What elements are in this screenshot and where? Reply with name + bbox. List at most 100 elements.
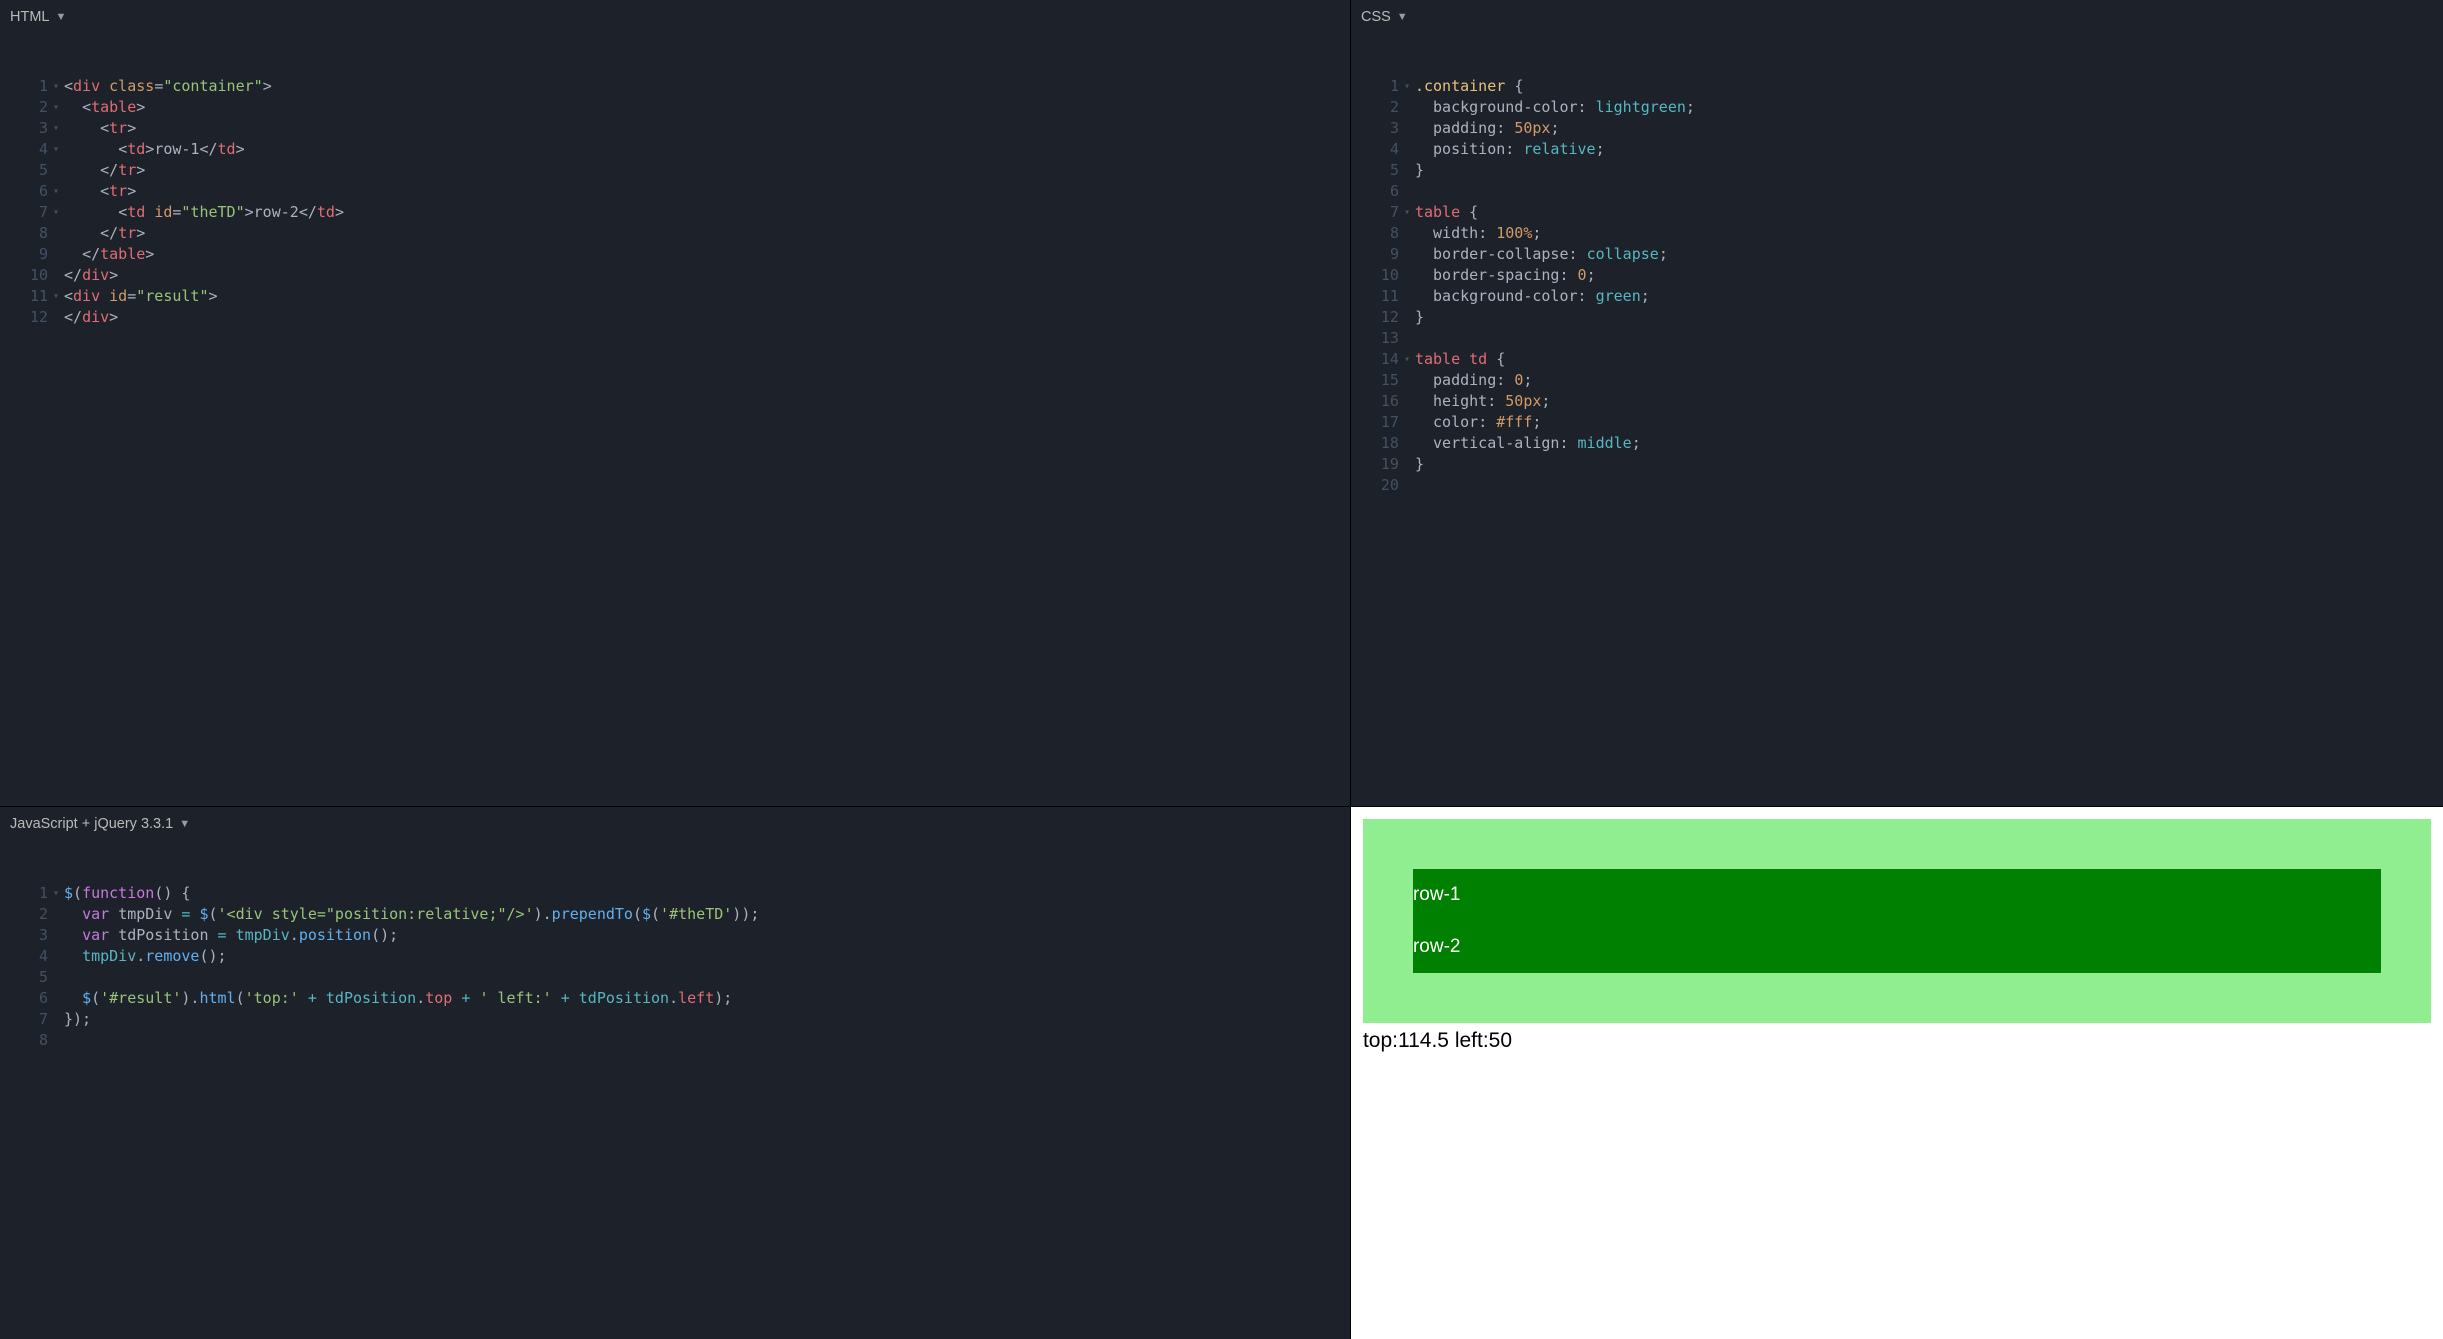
code-text[interactable]: <td id="theTD">row-2</td> (64, 202, 344, 223)
html-editor[interactable]: 1▾<div class="container">2▾ <table>3▾ <t… (0, 34, 1350, 806)
fold-icon (48, 904, 64, 925)
code-text[interactable]: table { (1415, 202, 1695, 223)
code-text[interactable]: </div> (64, 307, 344, 328)
code-text[interactable]: height: 50px; (1415, 391, 1695, 412)
code-text[interactable]: </tr> (64, 160, 344, 181)
js-editor[interactable]: 1▾$(function() {2 var tmpDiv = $('<div s… (0, 841, 1350, 1339)
code-line[interactable]: 3 var tdPosition = tmpDiv.position(); (0, 925, 759, 946)
fold-icon[interactable]: ▾ (48, 286, 64, 307)
code-line[interactable]: 7}); (0, 1009, 759, 1030)
code-line[interactable]: 2 background-color: lightgreen; (1351, 97, 1695, 118)
pane-css-header[interactable]: CSS ▼ (1351, 0, 2443, 34)
code-text[interactable]: </tr> (64, 223, 344, 244)
code-line[interactable]: 10</div> (0, 265, 344, 286)
code-text[interactable]: <div id="result"> (64, 286, 344, 307)
code-line[interactable]: 14▾table td { (1351, 349, 1695, 370)
code-line[interactable]: 2▾ <table> (0, 97, 344, 118)
code-text[interactable]: <tr> (64, 181, 344, 202)
code-line[interactable]: 4 position: relative; (1351, 139, 1695, 160)
code-line[interactable]: 8 (0, 1030, 759, 1051)
code-line[interactable]: 11 background-color: green; (1351, 286, 1695, 307)
code-line[interactable]: 17 color: #fff; (1351, 412, 1695, 433)
code-text[interactable]: var tdPosition = tmpDiv.position(); (64, 925, 759, 946)
code-text[interactable]: <tr> (64, 118, 344, 139)
code-text[interactable]: } (1415, 160, 1695, 181)
fold-icon[interactable]: ▾ (48, 181, 64, 202)
code-text[interactable]: .container { (1415, 76, 1695, 97)
code-text[interactable] (1415, 475, 1695, 496)
code-line[interactable]: 2 var tmpDiv = $('<div style="position:r… (0, 904, 759, 925)
code-line[interactable]: 1▾<div class="container"> (0, 76, 344, 97)
code-line[interactable]: 12</div> (0, 307, 344, 328)
code-text[interactable]: <td>row-1</td> (64, 139, 344, 160)
fold-icon[interactable]: ▾ (48, 97, 64, 118)
code-line[interactable]: 9 </table> (0, 244, 344, 265)
code-line[interactable]: 5 (0, 967, 759, 988)
code-text[interactable]: padding: 0; (1415, 370, 1695, 391)
code-line[interactable]: 13 (1351, 328, 1695, 349)
code-line[interactable]: 3 padding: 50px; (1351, 118, 1695, 139)
code-line[interactable]: 5} (1351, 160, 1695, 181)
fold-icon[interactable]: ▾ (1399, 76, 1415, 97)
code-text[interactable]: }); (64, 1009, 759, 1030)
code-text[interactable] (64, 967, 759, 988)
code-line[interactable]: 16 height: 50px; (1351, 391, 1695, 412)
code-line[interactable]: 19} (1351, 454, 1695, 475)
code-text[interactable] (1415, 181, 1695, 202)
code-text[interactable]: border-collapse: collapse; (1415, 244, 1695, 265)
fold-icon[interactable]: ▾ (1399, 349, 1415, 370)
css-editor[interactable]: 1▾.container {2 background-color: lightg… (1351, 34, 2443, 806)
code-line[interactable]: 9 border-collapse: collapse; (1351, 244, 1695, 265)
code-line[interactable]: 7▾ <td id="theTD">row-2</td> (0, 202, 344, 223)
code-line[interactable]: 7▾table { (1351, 202, 1695, 223)
fold-icon[interactable]: ▾ (48, 139, 64, 160)
code-line[interactable]: 11▾<div id="result"> (0, 286, 344, 307)
code-text[interactable]: table td { (1415, 349, 1695, 370)
code-text[interactable] (64, 1030, 759, 1051)
code-text[interactable]: var tmpDiv = $('<div style="position:rel… (64, 904, 759, 925)
fold-icon[interactable]: ▾ (1399, 202, 1415, 223)
code-line[interactable]: 5 </tr> (0, 160, 344, 181)
code-line[interactable]: 1▾.container { (1351, 76, 1695, 97)
code-text[interactable]: $('#result').html('top:' + tdPosition.to… (64, 988, 759, 1009)
code-text[interactable] (1415, 328, 1695, 349)
line-number: 11 (1351, 286, 1399, 307)
code-text[interactable]: width: 100%; (1415, 223, 1695, 244)
code-line[interactable]: 6▾ <tr> (0, 181, 344, 202)
code-text[interactable]: } (1415, 307, 1695, 328)
fold-icon[interactable]: ▾ (48, 202, 64, 223)
code-text[interactable]: <table> (64, 97, 344, 118)
code-text[interactable]: </div> (64, 265, 344, 286)
code-line[interactable]: 15 padding: 0; (1351, 370, 1695, 391)
fold-icon[interactable]: ▾ (48, 118, 64, 139)
code-line[interactable]: 3▾ <tr> (0, 118, 344, 139)
code-text[interactable]: <div class="container"> (64, 76, 344, 97)
fold-icon[interactable]: ▾ (48, 76, 64, 97)
code-text[interactable]: $(function() { (64, 883, 759, 904)
code-line[interactable]: 8 width: 100%; (1351, 223, 1695, 244)
code-line[interactable]: 6 $('#result').html('top:' + tdPosition.… (0, 988, 759, 1009)
code-text[interactable]: padding: 50px; (1415, 118, 1695, 139)
code-line[interactable]: 20 (1351, 475, 1695, 496)
code-text[interactable]: } (1415, 454, 1695, 475)
code-text[interactable]: position: relative; (1415, 139, 1695, 160)
code-line[interactable]: 6 (1351, 181, 1695, 202)
code-line[interactable]: 8 </tr> (0, 223, 344, 244)
code-line[interactable]: 4▾ <td>row-1</td> (0, 139, 344, 160)
pane-html-header[interactable]: HTML ▼ (0, 0, 1350, 34)
fold-icon[interactable]: ▾ (48, 883, 64, 904)
fold-icon (48, 307, 64, 328)
code-text[interactable]: </table> (64, 244, 344, 265)
code-text[interactable]: color: #fff; (1415, 412, 1695, 433)
code-text[interactable]: tmpDiv.remove(); (64, 946, 759, 967)
code-line[interactable]: 18 vertical-align: middle; (1351, 433, 1695, 454)
code-text[interactable]: border-spacing: 0; (1415, 265, 1695, 286)
code-line[interactable]: 12} (1351, 307, 1695, 328)
code-text[interactable]: background-color: green; (1415, 286, 1695, 307)
pane-js-header[interactable]: JavaScript + jQuery 3.3.1 ▼ (0, 807, 1350, 841)
code-line[interactable]: 1▾$(function() { (0, 883, 759, 904)
code-line[interactable]: 4 tmpDiv.remove(); (0, 946, 759, 967)
code-text[interactable]: vertical-align: middle; (1415, 433, 1695, 454)
code-text[interactable]: background-color: lightgreen; (1415, 97, 1695, 118)
code-line[interactable]: 10 border-spacing: 0; (1351, 265, 1695, 286)
